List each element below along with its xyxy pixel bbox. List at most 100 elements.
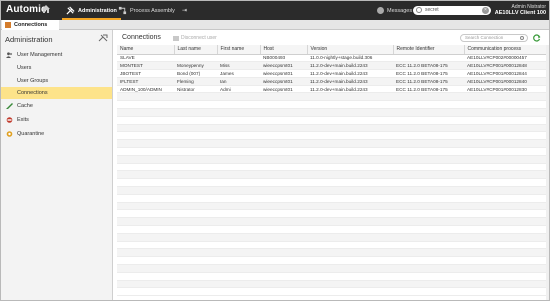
table-cell — [393, 287, 464, 297]
table-cell — [117, 287, 174, 297]
table-cell — [117, 202, 174, 211]
table-cell — [464, 108, 546, 117]
top-bar: Automic Administration Process Assembly … — [1, 1, 549, 20]
table-cell — [307, 241, 393, 250]
sidebar-item-user-management[interactable]: User Management — [1, 49, 112, 61]
new-tab-button[interactable]: ⇥ — [182, 1, 187, 20]
empty-table-row — [117, 280, 546, 289]
column-header-host[interactable]: Host — [260, 45, 308, 55]
table-cell — [393, 147, 464, 156]
tab-process-assembly[interactable]: Process Assembly — [118, 1, 175, 20]
table-cell — [174, 170, 217, 180]
table-row[interactable]: ADMIN_100/ADMIN Nistrator Admi wieeccpsmt01… — [117, 85, 546, 94]
table-cell — [307, 116, 393, 125]
column-header-first-name[interactable]: First name — [217, 45, 261, 55]
table-cell — [393, 241, 464, 250]
table-cell — [174, 100, 217, 110]
global-search-input[interactable]: secret × — [413, 6, 491, 15]
sidebar-item-label: Users — [17, 65, 32, 71]
empty-table-row — [117, 272, 546, 281]
table-cell — [260, 256, 307, 266]
disconnect-icon — [173, 35, 179, 41]
table-cell: 11.2.0-dev+main.build.2243 — [307, 85, 393, 94]
empty-table-row — [117, 209, 546, 219]
table-cell: AE10LLV#CP001#00012830 — [464, 85, 546, 94]
disconnect-user-button[interactable]: Disconnect user — [173, 35, 217, 41]
column-header-name[interactable]: Name — [117, 45, 175, 55]
table-cell — [393, 155, 464, 164]
table-row[interactable]: SLAVE NB000493 11.0.0-nightly+stage.build.… — [117, 54, 546, 63]
table-cell — [174, 155, 217, 164]
connection-search-input[interactable]: Search Connection — [460, 34, 528, 42]
table-cell — [174, 139, 217, 149]
table-cell — [117, 163, 174, 172]
column-header-version[interactable]: Version — [307, 45, 394, 55]
table-cell — [217, 116, 260, 125]
table-cell — [307, 256, 393, 266]
table-cell — [307, 139, 393, 149]
table-cell — [307, 186, 393, 195]
table-cell — [217, 100, 260, 110]
empty-table-row — [117, 241, 546, 250]
table-cell — [260, 124, 307, 133]
table-cell — [464, 202, 546, 211]
table-cell — [393, 194, 464, 203]
table-cell: James — [217, 69, 260, 78]
table-cell — [307, 248, 393, 258]
column-header-remote-identifier[interactable]: Remote Identifier — [393, 45, 465, 55]
table-cell — [217, 163, 260, 172]
table-cell — [464, 241, 546, 250]
sidebar-item-quarantine[interactable]: Quarantine — [1, 128, 112, 140]
table-cell: AE10LLV#CP002#00000457 — [464, 54, 546, 63]
table-cell — [260, 139, 307, 149]
tab-administration[interactable]: Administration — [62, 1, 121, 20]
table-row[interactable]: IFLTEST Fleming Ian wieeccpsmt01 11.2.0-dev+… — [117, 77, 546, 86]
sidebar-item-cache[interactable]: Cache — [1, 100, 112, 112]
refresh-icon[interactable] — [533, 34, 541, 42]
sidebar-settings-icon[interactable] — [98, 34, 108, 42]
table-row[interactable]: JBOTEST Bond (007) James wieeccpsmt01 11.2.0… — [117, 69, 546, 78]
empty-table-row — [117, 264, 546, 273]
table-cell — [307, 217, 393, 227]
table-row[interactable]: MONTEST Moneypenny Miss wieeccpsmt01 11.2.0-… — [117, 61, 546, 71]
sidebar-item-exits[interactable]: Exits — [1, 114, 112, 126]
column-header-communication-process[interactable]: Communication process — [464, 45, 547, 55]
sidebar-item-connections[interactable]: Connections — [1, 87, 112, 99]
disconnect-label: Disconnect user — [181, 35, 217, 41]
table-cell — [217, 54, 260, 63]
table-cell — [217, 241, 260, 250]
table-cell — [393, 139, 464, 149]
doc-tab-connections[interactable]: Connections — [2, 20, 59, 30]
table-cell — [307, 170, 393, 180]
user-info[interactable]: Admin Nistrator AE10LLV Client 100 — [495, 4, 546, 16]
table-cell: ECC 11.2.0 BETA08-175 — [393, 69, 464, 78]
sidebar-item-label: User Groups — [17, 78, 49, 84]
table-cell — [174, 280, 217, 289]
table-cell — [217, 256, 260, 266]
table-cell — [174, 147, 217, 156]
table-cell — [464, 264, 546, 273]
column-header-last-name[interactable]: Last name — [174, 45, 218, 55]
messages-button[interactable]: Messages — [377, 7, 412, 14]
sidebar-item-label: Connections — [17, 90, 48, 96]
table-cell — [174, 54, 217, 63]
clear-icon[interactable]: × — [482, 7, 489, 14]
sidebar-item-users[interactable]: Users — [1, 62, 112, 74]
home-icon[interactable] — [41, 4, 51, 14]
table-cell — [307, 124, 393, 133]
table-cell — [464, 217, 546, 227]
vertical-scrollbar[interactable] — [546, 45, 549, 300]
table-cell — [260, 233, 307, 242]
table-cell — [260, 202, 307, 211]
table-cell — [117, 100, 174, 110]
empty-table-row — [117, 287, 546, 297]
search-placeholder: Search Connection — [465, 35, 504, 40]
sidebar-item-user-groups[interactable]: User Groups — [1, 75, 112, 87]
process-assembly-icon — [118, 6, 127, 15]
table-cell — [174, 225, 217, 234]
table-cell: Fleming — [174, 77, 217, 86]
table-cell — [307, 272, 393, 281]
table-cell — [217, 194, 260, 203]
table-cell — [217, 233, 260, 242]
table-cell — [174, 202, 217, 211]
